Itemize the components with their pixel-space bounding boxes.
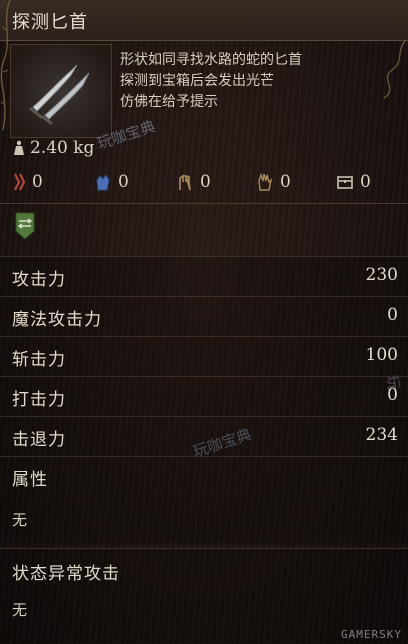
resistance-value: 0 <box>360 172 371 192</box>
stat-value: 230 <box>365 265 398 285</box>
blue-hand-icon <box>96 174 110 191</box>
attribute-value: 无 <box>12 511 28 529</box>
attribute-label: 属性 <box>12 470 48 490</box>
footer-watermark: GAMERSKY <box>341 628 402 641</box>
resistance-value: 0 <box>118 172 129 192</box>
stat-value: 0 <box>387 305 398 325</box>
description-line: 仿佛在给予提示 <box>120 94 218 110</box>
stat-label: 攻击力 <box>12 270 66 290</box>
stat-label: 击退力 <box>12 430 66 450</box>
stat-row-strike: 打击力 0 <box>0 376 408 417</box>
stat-label: 魔法攻击力 <box>12 310 102 330</box>
dagger-icon <box>29 64 90 125</box>
item-name: 探测匕首 <box>12 12 88 33</box>
stat-label: 斩击力 <box>12 350 66 370</box>
slash-resist-icon <box>14 173 26 191</box>
palm-icon <box>258 172 273 191</box>
fist-icon <box>179 174 191 191</box>
stat-row-attack: 攻击力 230 <box>0 256 408 297</box>
title-bar: 探测匕首 <box>0 0 408 41</box>
divider <box>0 203 408 204</box>
green-shield-icon <box>15 212 35 240</box>
description-line: 探测到宝箱后会发出光芒 <box>120 73 274 89</box>
resistance-slash: 0 <box>12 172 43 192</box>
resistance-row: 0 0 0 0 0 <box>12 172 402 196</box>
weight-icon <box>14 140 24 155</box>
weight-value: 2.40 kg <box>30 138 95 158</box>
stat-value: 100 <box>365 345 398 365</box>
stat-row-magic-attack: 魔法攻击力 0 <box>0 296 408 337</box>
resistance-value: 0 <box>32 172 43 192</box>
stat-value: 0 <box>387 385 398 405</box>
resistance-fist: 0 <box>176 172 211 192</box>
stat-value: 234 <box>365 425 398 445</box>
resistance-value: 0 <box>200 172 211 192</box>
status-attack-label: 状态异常攻击 <box>12 564 120 584</box>
item-weight: 2.40 kg <box>12 138 94 158</box>
item-image <box>10 44 112 138</box>
stat-row-knockback: 击退力 234 <box>0 416 408 457</box>
stat-row-slash: 斩击力 100 <box>0 336 408 377</box>
resistance-chest: 0 <box>336 172 371 192</box>
resistance-palm: 0 <box>256 172 291 192</box>
resistance-blue: 0 <box>94 172 129 192</box>
description-line: 形状如同寻找水路的蛇的匕首 <box>120 52 302 68</box>
item-description: 形状如同寻找水路的蛇的匕首 探测到宝箱后会发出光芒 仿佛在给予提示 <box>120 50 400 113</box>
status-attack-value: 无 <box>12 601 28 619</box>
resistance-value: 0 <box>280 172 291 192</box>
stat-label: 打击力 <box>12 390 66 410</box>
chest-icon <box>337 176 353 189</box>
attribute-block: 属性 无 <box>0 456 408 543</box>
